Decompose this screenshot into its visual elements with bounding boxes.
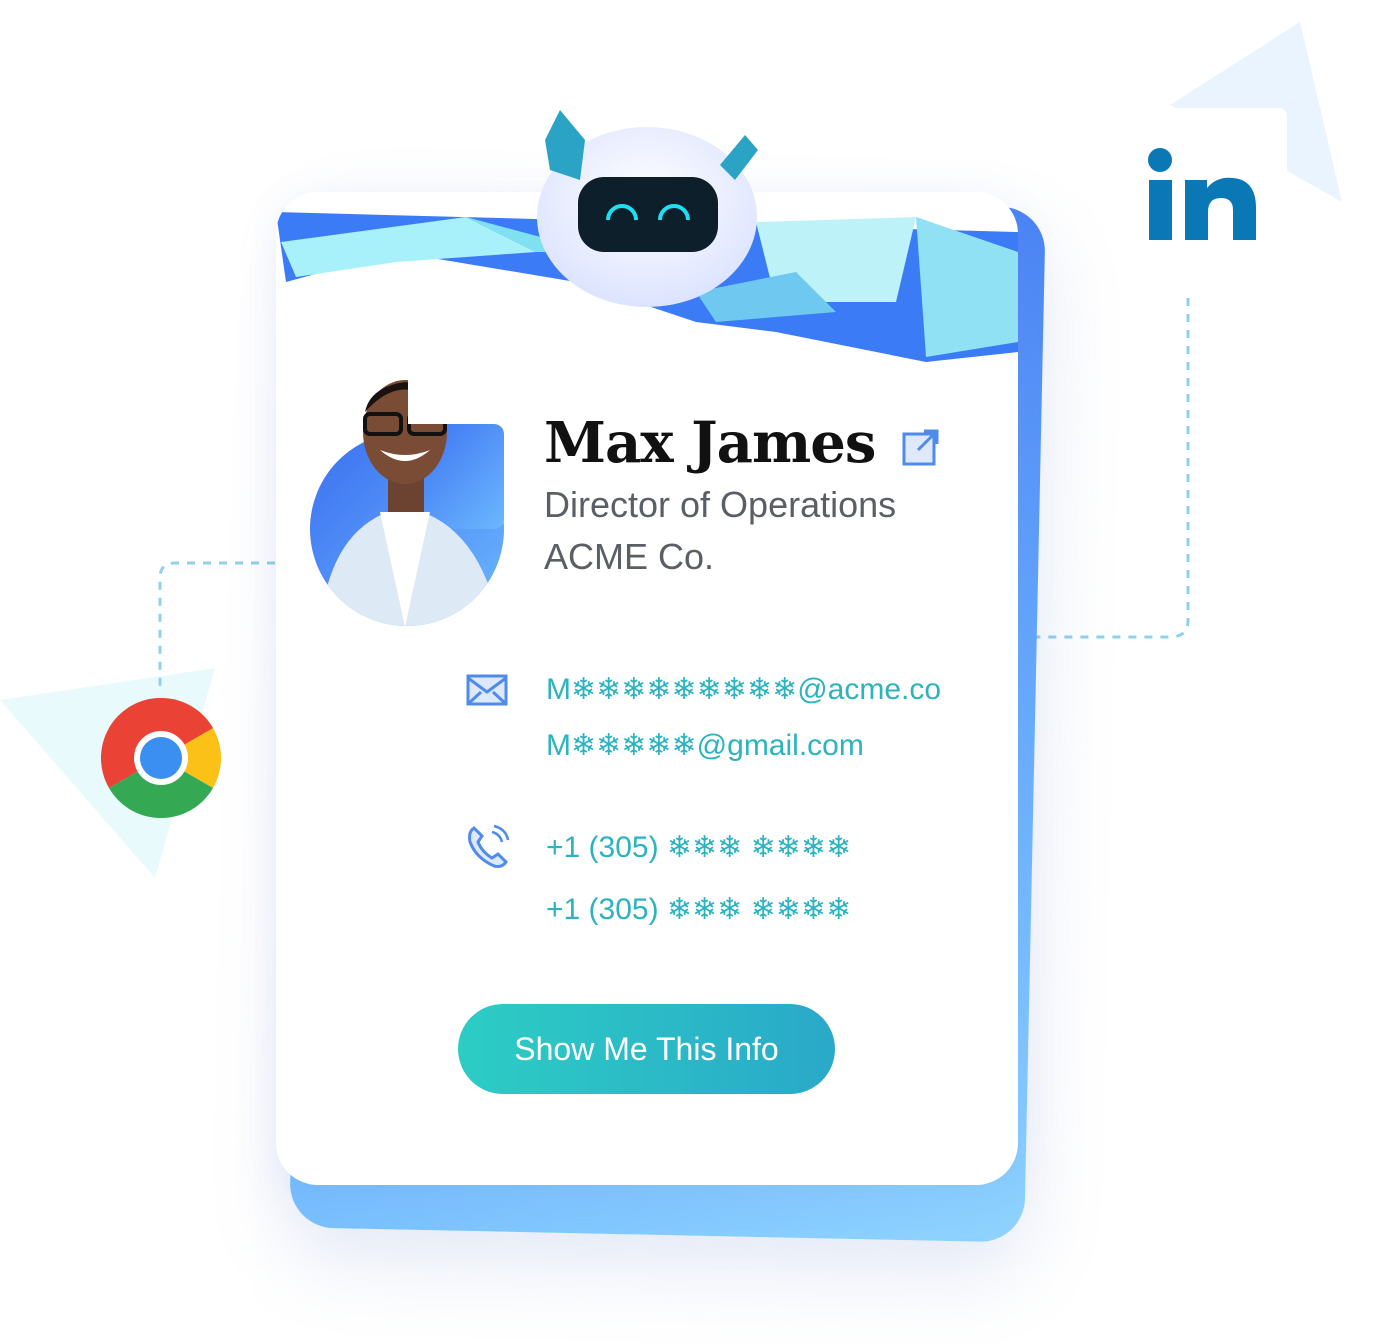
linkedin-logo[interactable] [1115,108,1287,280]
email-item[interactable]: M❄❄❄❄❄❄❄❄❄@acme.co [546,672,941,707]
phone-item[interactable]: +1 (305) ❄❄❄ ❄❄❄❄ [546,892,851,927]
connector-line [1025,298,1190,639]
profile-photo [310,380,504,626]
robot-mascot [537,110,758,307]
external-link-icon[interactable] [902,428,940,466]
connector-line [158,561,275,690]
envelope-icon [466,674,508,706]
profile-name: Max James [544,410,876,476]
job-title: Director of Operations [544,484,897,525]
email-item[interactable]: M❄❄❄❄❄@gmail.com [546,728,864,763]
linkedin-icon [1148,148,1256,240]
company-name: ACME Co. [544,536,715,577]
phone-icon [468,824,510,868]
phone-item[interactable]: +1 (305) ❄❄❄ ❄❄❄❄ [546,830,851,865]
chrome-logo[interactable] [100,697,222,819]
show-info-button[interactable]: Show Me This Info [458,1004,835,1094]
